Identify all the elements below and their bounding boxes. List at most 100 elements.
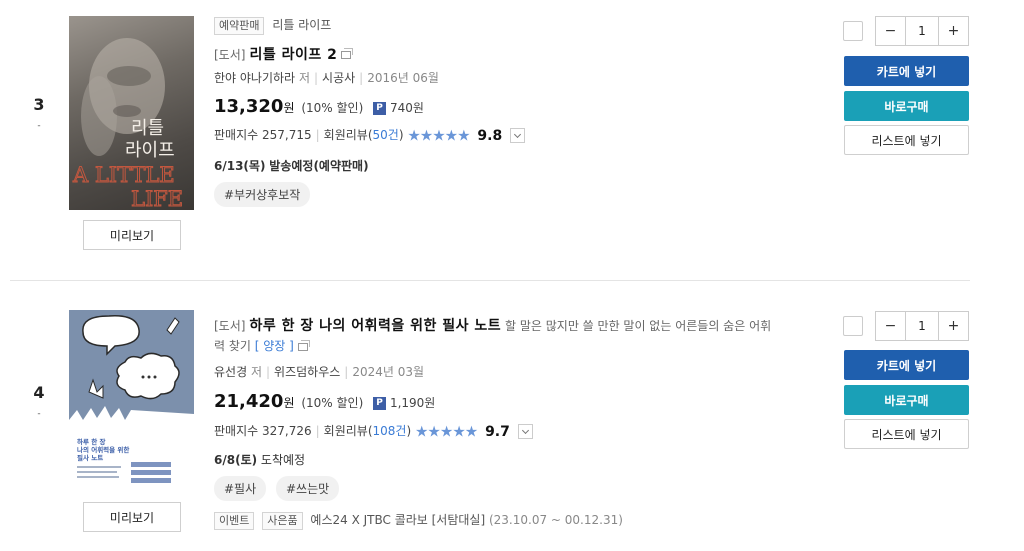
discount-rate: (10% 할인)	[301, 396, 364, 410]
series-link[interactable]: 리틀 라이프	[272, 18, 331, 32]
select-checkbox[interactable]	[843, 316, 863, 336]
author-suffix: 저	[250, 365, 262, 379]
point-icon: P	[373, 397, 387, 410]
gift-tag: 사은품	[262, 511, 303, 530]
sales-index: 257,715	[262, 128, 312, 142]
new-window-icon[interactable]	[297, 339, 310, 351]
book-subtitle: 할 말은 많지만 쓸 만한 말이 없는 어른들의 숨은 어휘	[504, 319, 772, 333]
quantity-stepper: − 1 +	[875, 311, 969, 341]
rating-dropdown-icon[interactable]	[517, 424, 533, 439]
cover-art: 리틀 라이프 A LITTLE LIFE	[72, 38, 184, 210]
review-close: )	[398, 128, 404, 142]
stats-row: 판매지수 257,715 | 회원리뷰(50건) ★★★★★ 9.8	[214, 126, 829, 145]
increase-button[interactable]: +	[938, 312, 968, 340]
publish-date: 2024년 03월	[352, 365, 425, 379]
increase-button[interactable]: +	[938, 17, 968, 45]
author-row: 유선경 저 | 위즈덤하우스 | 2024년 03월	[214, 365, 425, 379]
edition-link[interactable]: [ 양장 ]	[255, 339, 294, 353]
ship-date: 6/8(토)	[214, 453, 258, 467]
points: 1,190원	[389, 396, 436, 410]
title-row: [도서] 하루 한 장 나의 어휘력을 위한 필사 노트 할 말은 많지만 쓸 만…	[214, 316, 829, 356]
quantity-input[interactable]: 1	[906, 312, 938, 340]
decrease-button[interactable]: −	[876, 312, 906, 340]
quantity-input[interactable]: 1	[906, 17, 938, 45]
publisher-link[interactable]: 위즈덤하우스	[274, 365, 340, 379]
hashtag-row: #부커상후보작	[214, 182, 829, 207]
review-label: 회원리뷰(	[323, 424, 373, 438]
book-cover[interactable]: 하루 한 장 나의 어휘력을 위한 필사 노트	[69, 310, 194, 504]
event-link[interactable]: 예스24 X JTBC 콜라보 [서탐대실]	[310, 513, 485, 527]
sales-label: 판매지수	[214, 424, 259, 438]
category-label: [도서]	[214, 48, 246, 62]
hashtag[interactable]: #필사	[214, 476, 267, 501]
cover-art: 하루 한 장 나의 어휘력을 위한 필사 노트	[69, 315, 194, 504]
shipping-row: 6/8(토) 도착예정	[214, 451, 829, 468]
new-window-icon[interactable]	[341, 48, 354, 59]
book-title-link[interactable]: 리틀 라이프 2	[249, 47, 337, 63]
price-row: 13,320원 (10% 할인) P 740원	[214, 96, 829, 117]
cover-title-ko-1: 리틀	[131, 118, 164, 139]
product-item: 3 - 리틀 라이프 A LITTLE LIFE 미리보기 예약판매 리틀 라이…	[0, 0, 1024, 280]
publisher-link[interactable]: 시공사	[322, 71, 355, 85]
author-link[interactable]: 유선경	[214, 365, 247, 379]
book-cover[interactable]: 리틀 라이프 A LITTLE LIFE	[69, 16, 194, 210]
price-row: 21,420원 (10% 할인) P 1,190원	[214, 391, 829, 412]
preview-button[interactable]: 미리보기	[83, 502, 181, 532]
star-rating-icon: ★★★★★	[407, 126, 470, 145]
cover-title-1: 하루 한 장	[77, 437, 105, 446]
review-close: )	[406, 424, 412, 438]
buy-now-button[interactable]: 바로구매	[844, 385, 969, 415]
review-label: 회원리뷰(	[323, 128, 373, 142]
cover-title-ko-2: 라이프	[125, 140, 175, 161]
sales-label: 판매지수	[214, 128, 259, 142]
hashtag[interactable]: #부커상후보작	[214, 182, 311, 207]
rank-change: -	[37, 121, 41, 131]
points: 740원	[389, 101, 424, 115]
product-item: 4 - 하루 한 장 나의 어휘력을 위한 필사 노트 미리보기 [도서] 하루 …	[0, 282, 1024, 551]
select-checkbox[interactable]	[843, 21, 863, 41]
quantity-stepper: − 1 +	[875, 16, 969, 46]
tag-row: 예약판매 리틀 라이프	[214, 16, 829, 38]
rating-score: 9.7	[485, 423, 510, 440]
presale-tag: 예약판매	[214, 16, 265, 35]
book-title-link[interactable]: 하루 한 장 나의 어휘력을 위한 필사 노트	[249, 318, 501, 334]
point-icon: P	[373, 102, 387, 115]
sales-index: 327,726	[262, 424, 312, 438]
shipping-row: 6/13(목) 발송예정(예약판매)	[214, 157, 829, 174]
ship-status: 도착예정	[260, 453, 306, 467]
rank-change: -	[37, 409, 41, 419]
hashtag[interactable]: #쓰는맛	[275, 476, 340, 501]
rank-number: 4	[33, 383, 45, 402]
buy-now-button[interactable]: 바로구매	[844, 91, 969, 121]
rating-dropdown-icon[interactable]	[510, 128, 526, 143]
decrease-button[interactable]: −	[876, 17, 906, 45]
add-to-cart-button[interactable]: 카트에 넣기	[844, 350, 969, 380]
title-row: [도서] 리틀 라이프 2	[214, 44, 829, 64]
author-row: 한야 야나기하라 저 | 시공사 | 2016년 06월	[214, 71, 439, 85]
review-count-link[interactable]: 108건	[373, 424, 407, 438]
event-period: (23.10.07 ~ 00.12.31)	[488, 513, 623, 527]
event-row: 이벤트 사은품 예스24 X JTBC 콜라보 [서탐대실] (23.10.07…	[214, 511, 829, 530]
star-rating-icon: ★★★★★	[414, 422, 478, 441]
author-link[interactable]: 한야 야나기하라	[214, 71, 295, 85]
preview-button[interactable]: 미리보기	[83, 220, 181, 250]
event-tag: 이벤트	[214, 511, 255, 530]
cover-title-3: 필사 노트	[77, 453, 103, 462]
review-count-link[interactable]: 50건	[373, 128, 399, 142]
cover-title-2: 나의 어휘력을 위한	[77, 445, 129, 454]
item-divider	[10, 280, 970, 281]
author-suffix: 저	[298, 71, 310, 85]
cover-title-en-2: LIFE	[131, 187, 183, 210]
publish-date: 2016년 06월	[367, 71, 439, 85]
price-unit: 원	[283, 396, 295, 410]
discount-rate: (10% 할인)	[301, 101, 364, 115]
ship-date: 6/13(목)	[214, 159, 266, 173]
category-label: [도서]	[214, 319, 246, 333]
price: 13,320	[214, 96, 284, 117]
add-to-cart-button[interactable]: 카트에 넣기	[844, 56, 969, 86]
add-to-list-button[interactable]: 리스트에 넣기	[844, 419, 969, 449]
add-to-list-button[interactable]: 리스트에 넣기	[844, 125, 969, 155]
stats-row: 판매지수 327,726 | 회원리뷰(108건) ★★★★★ 9.7	[214, 422, 829, 441]
price: 21,420	[214, 391, 284, 412]
rating-score: 9.8	[477, 127, 503, 144]
